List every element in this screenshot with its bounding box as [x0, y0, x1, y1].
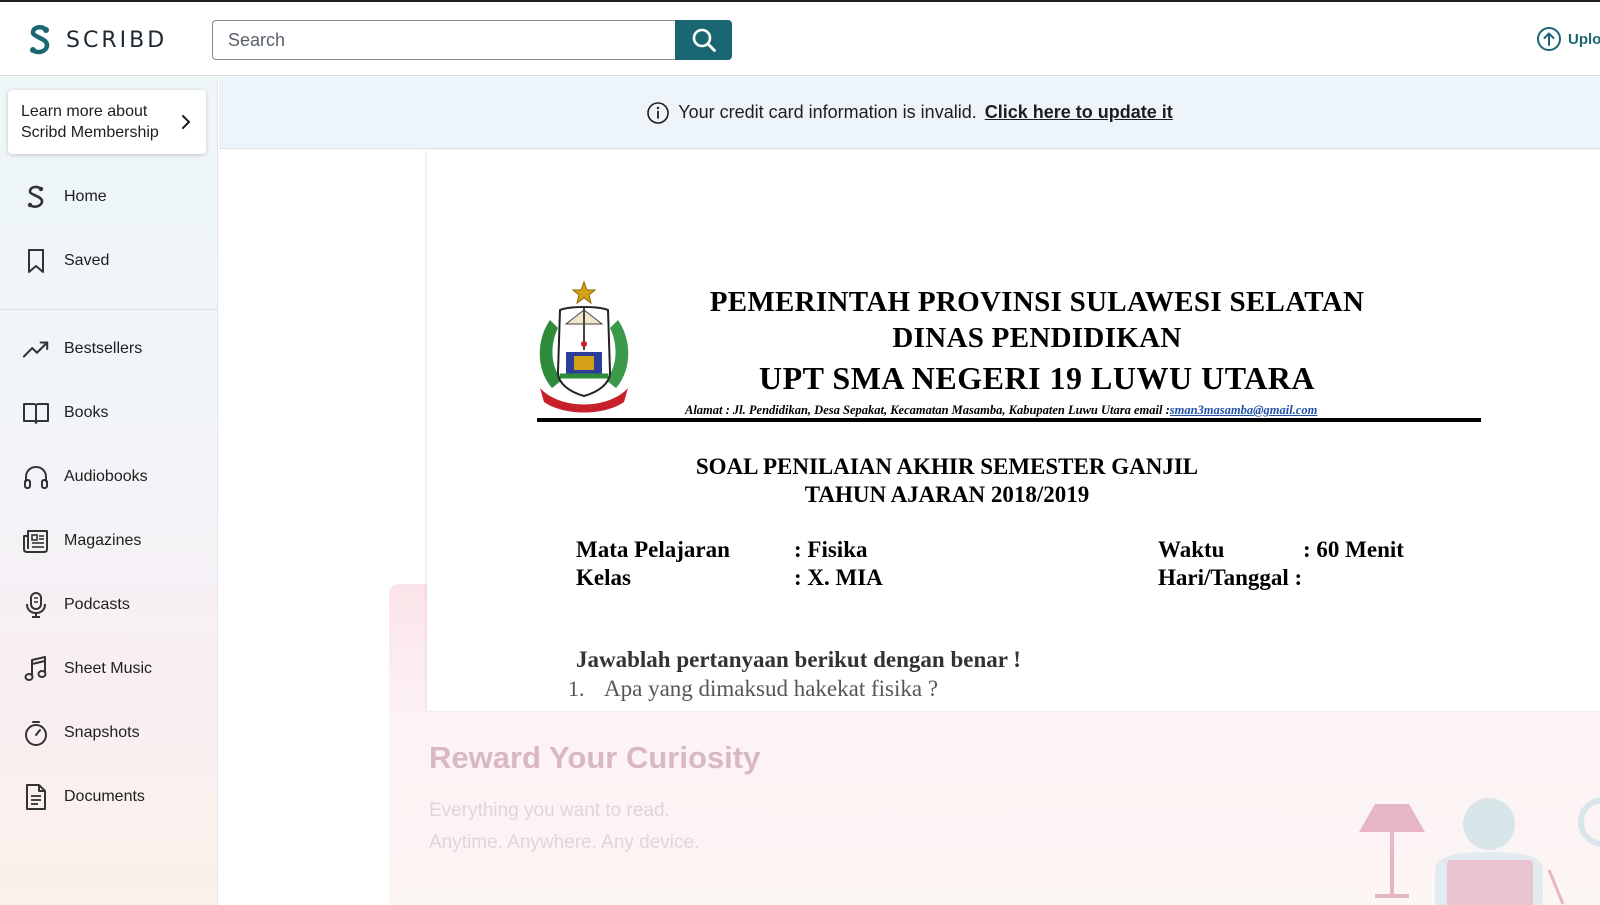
- letterhead-line-3: UPT SMA NEGERI 19 LUWU UTARA: [759, 360, 1315, 396]
- address-email: sman3masamba@gmail.com: [1169, 403, 1318, 417]
- question-1-text: Apa yang dimaksud hakekat fisika ?: [604, 676, 939, 701]
- membership-text: Learn more about Scribd Membership: [21, 101, 171, 143]
- question-1-number: 1.: [568, 676, 585, 701]
- scribd-logo[interactable]: SCRIBD: [26, 22, 167, 58]
- sulawesi-crest-emblem: [539, 280, 629, 413]
- reading-illustration: [1359, 797, 1600, 905]
- sidebar-item-snapshots[interactable]: Snapshots: [0, 701, 218, 765]
- exam-instruction: Jawablah pertanyaan berikut dengan benar…: [576, 647, 1021, 672]
- class-value: : X. MIA: [794, 565, 883, 590]
- sidebar-label-snapshots: Snapshots: [64, 724, 140, 741]
- headphones-icon: [22, 463, 50, 491]
- sidebar-categories: Bestsellers Books Audiobooks Magazines P…: [0, 317, 218, 829]
- sidebar-label-documents: Documents: [64, 788, 145, 805]
- exam-year: TAHUN AJARAN 2018/2019: [804, 482, 1090, 507]
- sidebar-item-audiobooks[interactable]: Audiobooks: [0, 445, 218, 509]
- letterhead-line-1: PEMERINTAH PROVINSI SULAWESI SELATAN: [709, 286, 1365, 318]
- letterhead-rule: [537, 418, 1481, 422]
- exam-title: SOAL PENILAIAN AKHIR SEMESTER GANJIL: [695, 454, 1199, 479]
- sidebar-item-podcasts[interactable]: Podcasts: [0, 573, 218, 637]
- music-note-icon: [22, 655, 50, 683]
- sidebar-primary: Home Saved: [0, 165, 218, 293]
- chevron-right-icon: [182, 115, 190, 129]
- sidebar-item-magazines[interactable]: Magazines: [0, 509, 218, 573]
- upload-button[interactable]: Uplo: [1536, 26, 1600, 52]
- promo-title: Reward Your Curiosity: [429, 740, 761, 775]
- scribd-logo-icon: [30, 25, 50, 55]
- sidebar-label-bestsellers: Bestsellers: [64, 340, 143, 357]
- sidebar-item-saved[interactable]: Saved: [0, 229, 218, 293]
- search-bar: [212, 20, 732, 60]
- promo-line-2: Anytime. Anywhere. Any device.: [429, 832, 700, 853]
- microphone-icon: [22, 591, 50, 619]
- scribd-icon: [22, 183, 50, 211]
- document-icon: [22, 783, 50, 811]
- document-page: PEMERINTAH PROVINSI SULAWESI SELATAN DIN…: [427, 150, 1600, 711]
- letterhead-line-2: DINAS PENDIDIKAN: [892, 322, 1182, 354]
- class-label: Kelas: [576, 565, 631, 590]
- sidebar-label-home: Home: [64, 188, 107, 205]
- info-icon: [647, 101, 670, 124]
- sidebar-item-books[interactable]: Books: [0, 381, 218, 445]
- search-icon: [692, 28, 716, 52]
- sidebar-label-podcasts: Podcasts: [64, 596, 130, 613]
- book-icon: [22, 399, 50, 427]
- bookmark-icon: [22, 247, 50, 275]
- promo-line-1: Everything you want to read.: [429, 800, 670, 821]
- sidebar-item-bestsellers[interactable]: Bestsellers: [0, 317, 218, 381]
- sidebar-item-home[interactable]: Home: [0, 165, 218, 229]
- sidebar-label-books: Books: [64, 404, 109, 421]
- search-button[interactable]: [675, 20, 732, 60]
- membership-line-2: Scribd Membership: [21, 124, 159, 141]
- subject-value: : Fisika: [794, 537, 868, 562]
- sidebar-divider: [0, 309, 218, 310]
- membership-card[interactable]: Learn more about Scribd Membership: [8, 90, 206, 154]
- upload-label: Uplo: [1568, 30, 1600, 48]
- letterhead-address: Alamat : Jl. Pendidikan, Desa Sepakat, K…: [685, 403, 1485, 418]
- sidebar-label-saved: Saved: [64, 252, 110, 269]
- credit-card-alert-banner: Your credit card information is invalid.…: [219, 77, 1600, 149]
- upload-icon: [1537, 27, 1561, 51]
- stopwatch-icon: [22, 719, 50, 747]
- sidebar-label-audiobooks: Audiobooks: [64, 468, 148, 485]
- sidebar-item-documents[interactable]: Documents: [0, 765, 218, 829]
- address-text: Alamat : Jl. Pendidikan, Desa Sepakat, K…: [685, 403, 1170, 417]
- sidebar-label-magazines: Magazines: [64, 532, 142, 549]
- scribd-app: SCRIBD Uplo Learn more about Scribd: [0, 0, 1600, 905]
- search-input[interactable]: [212, 20, 675, 60]
- membership-line-1: Learn more about: [21, 103, 148, 120]
- sidebar: Learn more about Scribd Membership Home …: [0, 77, 218, 905]
- logo-text: SCRIBD: [66, 27, 168, 53]
- subject-label: Mata Pelajaran: [576, 537, 730, 562]
- trending-icon: [22, 335, 50, 363]
- time-value: : 60 Menit: [1303, 537, 1404, 562]
- sidebar-item-sheet-music[interactable]: Sheet Music: [0, 637, 218, 701]
- alert-message: Your credit card information is invalid.: [678, 102, 977, 122]
- date-label: Hari/Tanggal :: [1158, 565, 1303, 590]
- newspaper-icon: [22, 527, 50, 555]
- sidebar-label-sheet-music: Sheet Music: [64, 660, 153, 677]
- time-label: Waktu: [1158, 537, 1225, 562]
- top-bar: SCRIBD Uplo: [0, 0, 1600, 76]
- update-card-link[interactable]: Click here to update it: [985, 102, 1173, 123]
